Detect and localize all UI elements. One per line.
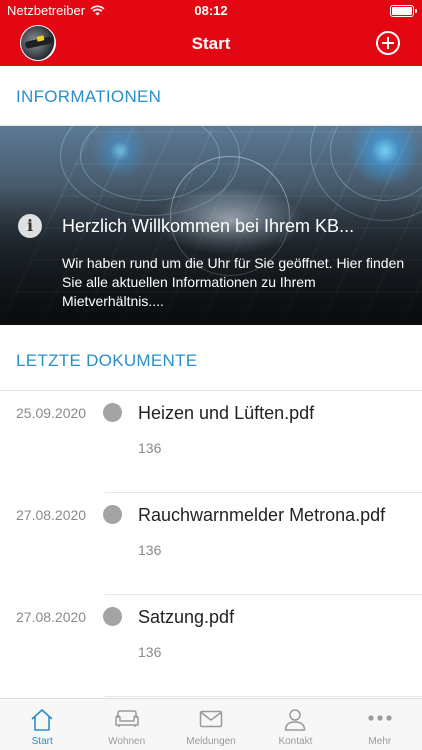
tab-label: Wohnen (108, 736, 146, 747)
document-row[interactable]: 27.08.2020 Satzung.pdf 136 (0, 595, 422, 697)
envelope-icon (199, 710, 223, 728)
document-date: 27.08.2020 (16, 609, 87, 625)
banner-text: Wir haben rund um die Uhr für Sie geöffn… (62, 255, 405, 309)
document-status-dot (103, 505, 122, 524)
tab-label: Kontakt (278, 736, 313, 747)
tab-wohnen[interactable]: Wohnen (84, 699, 168, 750)
document-size: 136 (138, 440, 162, 456)
app-header: Netzbetreiber 08:12 Start (0, 0, 422, 66)
tab-mehr[interactable]: Mehr (338, 699, 422, 750)
document-status-dot (103, 403, 122, 422)
home-icon (31, 709, 53, 731)
document-size: 136 (138, 644, 162, 660)
add-icon[interactable] (376, 31, 400, 55)
document-size: 136 (138, 542, 162, 558)
document-name: Heizen und Lüften.pdf (138, 403, 315, 423)
nav-bar: Start (0, 22, 422, 66)
tab-kontakt[interactable]: Kontakt (253, 699, 337, 750)
document-date: 25.09.2020 (16, 405, 87, 421)
document-name: Satzung.pdf (138, 607, 235, 627)
status-time: 08:12 (194, 3, 228, 18)
status-bar: Netzbetreiber 08:12 (0, 0, 422, 22)
document-date: 27.08.2020 (16, 507, 87, 523)
section-title-dokumente: LETZTE DOKUMENTE (16, 351, 198, 370)
document-row[interactable]: 25.09.2020 Heizen und Lüften.pdf 136 (0, 391, 422, 493)
person-icon (285, 709, 306, 731)
tab-label: Meldungen (186, 736, 236, 747)
document-name: Rauchwarnmelder Metrona.pdf (138, 505, 386, 525)
section-title-informationen: INFORMATIONEN (16, 87, 162, 106)
sofa-icon (114, 710, 139, 727)
tab-start[interactable]: Start (0, 699, 84, 750)
document-row[interactable]: 27.08.2020 Rauchwarnmelder Metrona.pdf 1… (0, 493, 422, 595)
tab-meldungen[interactable]: Meldungen (169, 699, 253, 750)
battery-icon (390, 5, 417, 17)
document-status-dot (103, 607, 122, 626)
tab-bar: Start Wohnen Meldungen Kontakt Mehr (0, 698, 422, 750)
tab-label: Start (31, 736, 53, 747)
banner-title: Herzlich Willkommen bei Ihrem KB... (62, 216, 355, 236)
more-icon (368, 715, 392, 721)
tab-label: Mehr (368, 736, 392, 747)
info-banner[interactable]: i Herzlich Willkommen bei Ihrem KB... Wi… (0, 126, 422, 325)
info-icon: i (18, 214, 42, 238)
divider (105, 696, 422, 697)
page-title: Start (191, 34, 231, 53)
